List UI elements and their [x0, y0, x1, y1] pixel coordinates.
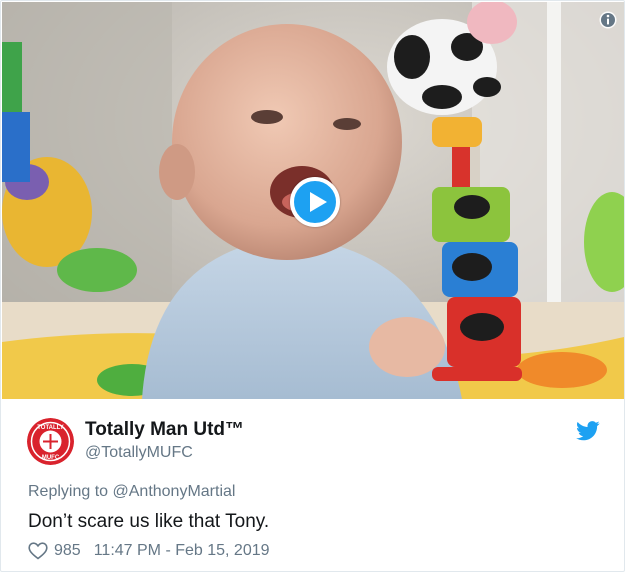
reply-prefix: Replying to: [28, 483, 113, 500]
like-count[interactable]: 985: [54, 542, 81, 560]
heart-icon[interactable]: [28, 542, 48, 560]
avatar-text-bottom: MUFC: [42, 455, 60, 461]
twitter-bird-icon[interactable]: [576, 421, 600, 441]
avatar[interactable]: TOTALLY MUFC: [27, 418, 74, 465]
tweet-text: Don’t scare us like that Tony.: [28, 511, 270, 532]
author-handle[interactable]: @TotallyMUFC: [85, 444, 193, 462]
info-icon[interactable]: [599, 11, 617, 29]
tweet-footer: 985 11:47 PM - Feb 15, 2019: [28, 540, 270, 562]
author-display-name[interactable]: Totally Man Utd™: [85, 419, 244, 441]
reply-mention-link[interactable]: @AnthonyMartial: [113, 483, 236, 500]
reply-context: Replying to @AnthonyMartial: [28, 483, 235, 501]
totally-mufc-badge-icon: TOTALLY MUFC: [27, 418, 74, 465]
play-button[interactable]: [290, 177, 340, 227]
tweet-media[interactable]: [2, 2, 624, 399]
avatar-text-top: TOTALLY: [37, 425, 64, 431]
play-icon: [310, 192, 327, 212]
tweet-card: TOTALLY MUFC Totally Man Utd™ @TotallyMU…: [0, 0, 625, 572]
tweet-timestamp[interactable]: 11:47 PM - Feb 15, 2019: [94, 542, 270, 560]
